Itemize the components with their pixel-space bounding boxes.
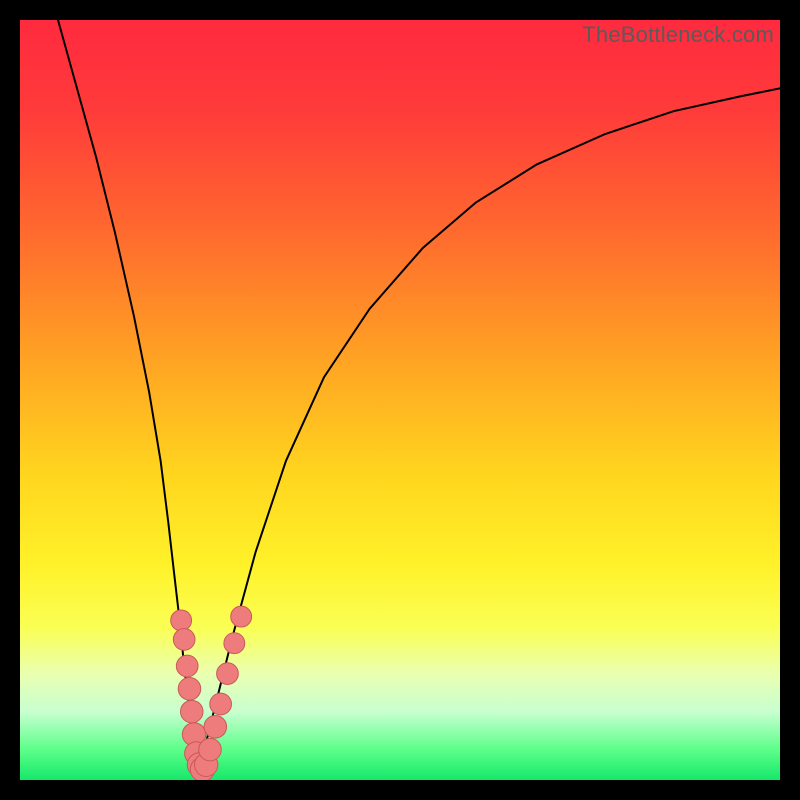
marker-point	[210, 693, 232, 715]
marker-point	[224, 633, 245, 654]
marker-point	[176, 655, 198, 677]
plot-area: TheBottleneck.com	[20, 20, 780, 780]
marker-point	[173, 629, 195, 651]
curve-left-branch	[58, 20, 198, 772]
marker-point	[199, 738, 222, 761]
marker-point	[204, 716, 227, 739]
marker-group	[171, 606, 252, 780]
watermark-text: TheBottleneck.com	[582, 22, 774, 48]
chart-svg	[20, 20, 780, 780]
marker-point	[178, 678, 201, 701]
marker-point	[171, 610, 192, 631]
marker-point	[231, 606, 252, 627]
marker-point	[217, 663, 239, 685]
marker-point	[180, 700, 203, 723]
frame: TheBottleneck.com	[0, 0, 800, 800]
curve-right-branch	[198, 88, 780, 772]
